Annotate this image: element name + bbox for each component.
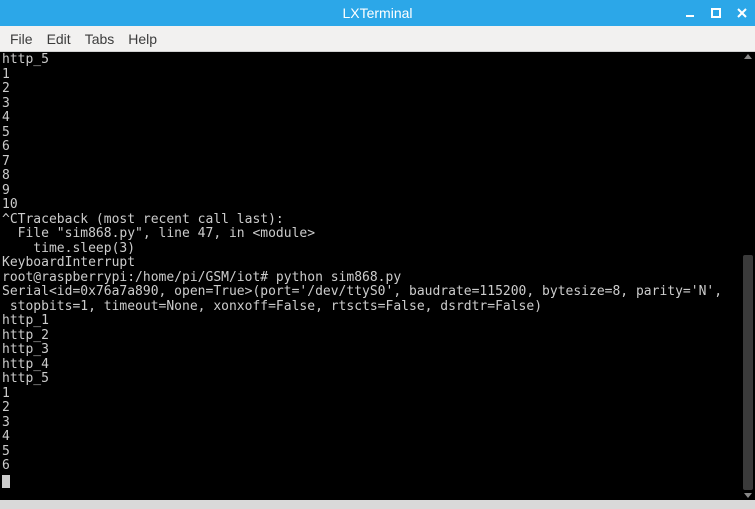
terminal-line: 8 xyxy=(2,169,739,184)
terminal-line: 6 xyxy=(2,459,739,474)
terminal-line: http_2 xyxy=(2,329,739,344)
terminal-line: 1 xyxy=(2,68,739,83)
terminal-line: 4 xyxy=(2,430,739,445)
maximize-icon xyxy=(711,8,721,18)
terminal-line: 1 xyxy=(2,387,739,402)
minimize-icon xyxy=(685,8,695,18)
window-title: LXTerminal xyxy=(0,5,755,21)
window-controls xyxy=(683,0,749,26)
menu-edit[interactable]: Edit xyxy=(47,31,71,47)
terminal-area: http_512345678910^CTraceback (most recen… xyxy=(0,52,755,500)
terminal-line: 5 xyxy=(2,126,739,141)
terminal-line: 2 xyxy=(2,82,739,97)
terminal-line: 9 xyxy=(2,184,739,199)
terminal-line: KeyboardInterrupt xyxy=(2,256,739,271)
terminal-line: ^CTraceback (most recent call last): xyxy=(2,213,739,228)
terminal-line: File "sim868.py", line 47, in <module> xyxy=(2,227,739,242)
titlebar[interactable]: LXTerminal xyxy=(0,0,755,26)
terminal[interactable]: http_512345678910^CTraceback (most recen… xyxy=(0,52,741,500)
scrollbar[interactable] xyxy=(741,52,755,500)
terminal-line: 10 xyxy=(2,198,739,213)
minimize-button[interactable] xyxy=(683,6,697,20)
terminal-line: http_3 xyxy=(2,343,739,358)
terminal-line: http_5 xyxy=(2,372,739,387)
terminal-line: 3 xyxy=(2,97,739,112)
terminal-line: http_5 xyxy=(2,53,739,68)
terminal-line: 6 xyxy=(2,140,739,155)
terminal-line: root@raspberrypi:/home/pi/GSM/iot# pytho… xyxy=(2,271,739,286)
scroll-down-icon[interactable] xyxy=(744,493,752,498)
cursor xyxy=(2,475,10,488)
terminal-line: http_4 xyxy=(2,358,739,373)
scrollbar-thumb[interactable] xyxy=(743,255,753,490)
terminal-line: stopbits=1, timeout=None, xonxoff=False,… xyxy=(2,300,739,315)
terminal-line: 2 xyxy=(2,401,739,416)
terminal-line: 7 xyxy=(2,155,739,170)
scrollbar-track[interactable] xyxy=(742,62,754,490)
terminal-line: time.sleep(3) xyxy=(2,242,739,257)
close-icon xyxy=(737,8,747,18)
terminal-line: 4 xyxy=(2,111,739,126)
terminal-line: Serial<id=0x76a7a890, open=True>(port='/… xyxy=(2,285,739,300)
terminal-line: 3 xyxy=(2,416,739,431)
terminal-cursor-line xyxy=(2,474,739,489)
scroll-up-icon[interactable] xyxy=(744,54,752,59)
app-window: LXTerminal File Edit Tabs Help http_5123… xyxy=(0,0,755,509)
menu-file[interactable]: File xyxy=(10,31,33,47)
menu-help[interactable]: Help xyxy=(128,31,157,47)
menu-tabs[interactable]: Tabs xyxy=(85,31,115,47)
maximize-button[interactable] xyxy=(709,6,723,20)
terminal-line: http_1 xyxy=(2,314,739,329)
menubar: File Edit Tabs Help xyxy=(0,26,755,52)
desktop-taskbar xyxy=(0,500,755,509)
terminal-line: 5 xyxy=(2,445,739,460)
close-button[interactable] xyxy=(735,6,749,20)
